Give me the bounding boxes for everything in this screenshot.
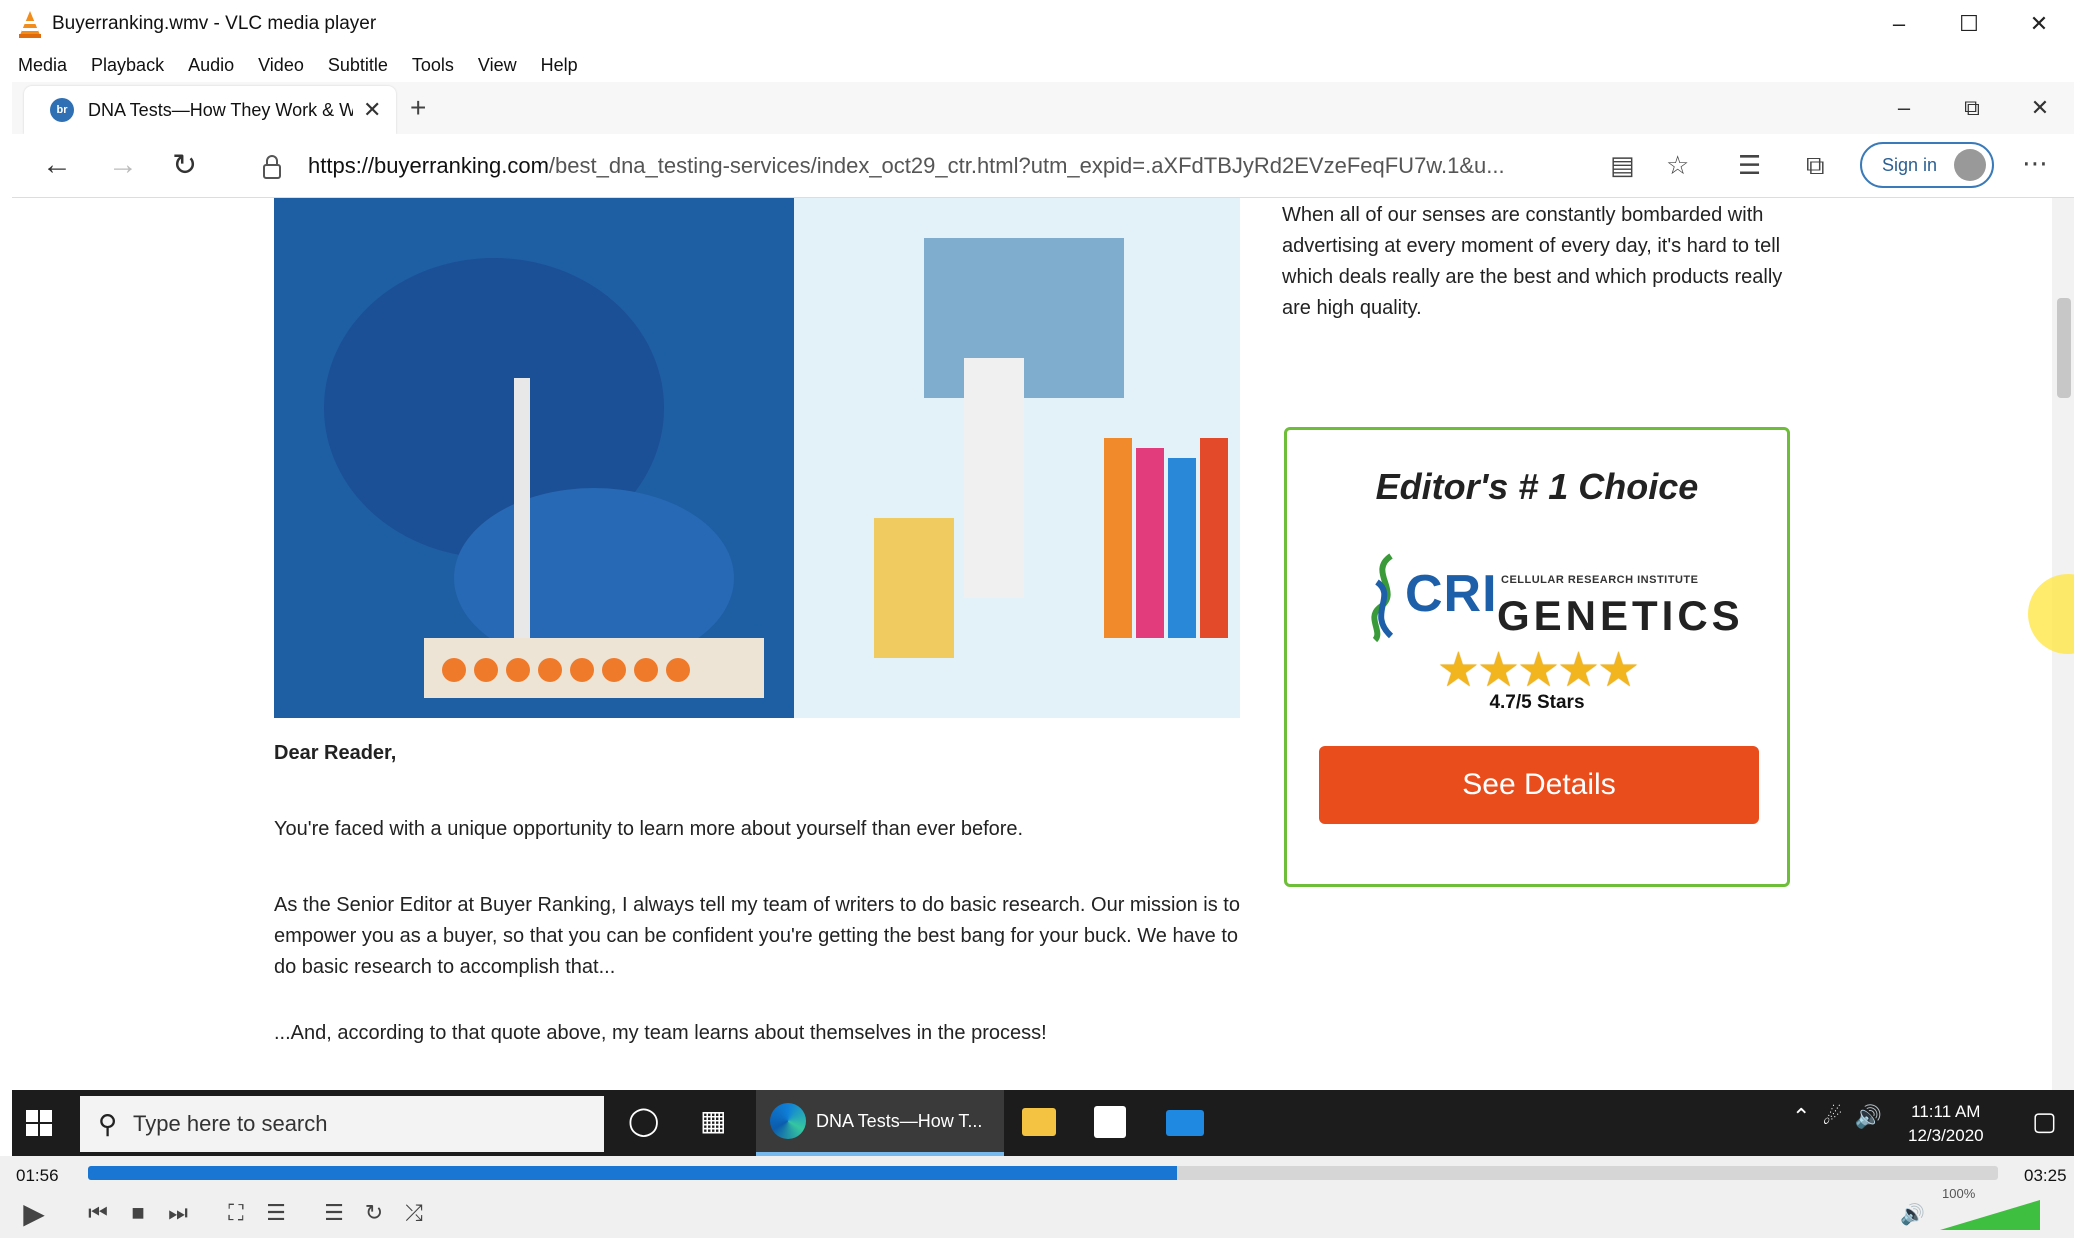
- star-rating-icon: ★★★★★: [1436, 644, 1640, 697]
- url-domain: https://buyerranking.com: [308, 153, 549, 178]
- site-favicon-icon: br: [50, 98, 74, 122]
- vlc-controls: 01:56 03:25 ▶ ⏮ ■ ⏭ ⛶ ☰ ☰ ↻ ⤮ 🔊 100%: [0, 1156, 2074, 1238]
- mail-icon[interactable]: [1166, 1110, 1204, 1136]
- seek-slider[interactable]: [88, 1166, 1998, 1180]
- favorite-star-icon[interactable]: ☆: [1666, 150, 1689, 181]
- refresh-icon[interactable]: ↻: [172, 148, 197, 183]
- fullscreen-button[interactable]: ⛶: [218, 1194, 254, 1232]
- menu-media[interactable]: Media: [18, 55, 67, 76]
- tab-title: DNA Tests—How They Work & W: [88, 99, 353, 120]
- volume-slider[interactable]: 🔊 100%: [1900, 1186, 2060, 1232]
- shuffle-button[interactable]: ⤮: [396, 1194, 432, 1232]
- forward-icon[interactable]: →: [108, 148, 138, 182]
- task-view-icon[interactable]: ▦: [700, 1104, 726, 1137]
- extended-settings-button[interactable]: ☰: [258, 1194, 294, 1232]
- paragraph-1: You're faced with a unique opportunity t…: [274, 818, 1024, 840]
- window-title: Buyerranking.wmv - VLC media player: [52, 13, 377, 34]
- playlist-button[interactable]: ☰: [316, 1194, 352, 1232]
- vlc-menu-bar: Media Playback Audio Video Subtitle Tool…: [0, 48, 2074, 82]
- taskbar-clock[interactable]: 11:11 AM 12/3/2020: [1908, 1100, 1984, 1148]
- browser-tab[interactable]: br DNA Tests—How They Work & W ✕: [24, 86, 396, 134]
- windows-start-icon[interactable]: [26, 1110, 52, 1136]
- notification-icon[interactable]: ▢: [2032, 1106, 2057, 1137]
- stop-button[interactable]: ■: [120, 1194, 156, 1232]
- taskbar-edge-app[interactable]: DNA Tests—How T...: [756, 1090, 1004, 1156]
- vlc-title-bar: Buyerranking.wmv - VLC media player – ☐ …: [0, 0, 2074, 48]
- tab-close-icon[interactable]: ✕: [363, 97, 381, 123]
- back-icon[interactable]: ←: [42, 148, 72, 182]
- menu-view[interactable]: View: [478, 55, 517, 76]
- edge-task-label: DNA Tests—How T...: [816, 1110, 983, 1131]
- seek-progress: [88, 1166, 1177, 1180]
- crigenetics-logo: CRI CELLULAR RESEARCH INSTITUTE GENETICS: [1363, 552, 1740, 642]
- clock-time: 11:11 AM: [1911, 1102, 1981, 1121]
- volume-level: [1940, 1200, 2040, 1230]
- browser-close-icon[interactable]: ✕: [2006, 82, 2074, 134]
- clock-date: 12/3/2020: [1908, 1126, 1984, 1145]
- browser-tab-bar: br DNA Tests—How They Work & W ✕ + – ⧉ ✕: [12, 82, 2074, 134]
- sign-in-button[interactable]: Sign in: [1860, 142, 1994, 188]
- browser-restore-icon[interactable]: ⧉: [1938, 82, 2006, 134]
- total-time: 03:25: [2024, 1166, 2067, 1185]
- menu-subtitle[interactable]: Subtitle: [328, 55, 388, 76]
- video-frame[interactable]: br DNA Tests—How They Work & W ✕ + – ⧉ ✕…: [12, 82, 2074, 1090]
- cursor-highlight: [2028, 574, 2074, 654]
- file-explorer-icon[interactable]: [1022, 1108, 1056, 1136]
- menu-video[interactable]: Video: [258, 55, 304, 76]
- tray-icons[interactable]: ⌃ ☄ 🔊: [1792, 1104, 1882, 1130]
- edge-icon: [770, 1103, 806, 1139]
- play-button[interactable]: ▶: [14, 1194, 54, 1232]
- browser-minimize-icon[interactable]: –: [1870, 82, 1938, 134]
- paragraph-3: ...And, according to that quote above, m…: [274, 1022, 1047, 1044]
- web-page: Dear Reader, You're faced with a unique …: [12, 198, 2074, 1090]
- lock-icon: [262, 155, 282, 179]
- taskbar-search-input[interactable]: ⚲ Type here to search: [80, 1096, 604, 1152]
- rating-text: 4.7/5 Stars: [1489, 692, 1585, 713]
- url-text: https://buyerranking.com/best_dna_testin…: [308, 153, 1608, 179]
- greeting-text: Dear Reader,: [274, 742, 397, 764]
- url-field[interactable]: https://buyerranking.com/best_dna_testin…: [232, 143, 1712, 189]
- favorites-list-icon[interactable]: ☰: [1738, 150, 1761, 181]
- store-icon[interactable]: [1094, 1106, 1126, 1138]
- editors-choice-box: Editor's # 1 Choice CRI CELLULAR RESEARC…: [1284, 427, 1790, 887]
- see-details-button[interactable]: See Details: [1319, 746, 1759, 824]
- choice-title: Editor's # 1 Choice: [1375, 466, 1699, 507]
- url-path: /best_dna_testing-services/index_oct29_c…: [548, 153, 1505, 178]
- lab-hero-image: [274, 198, 1240, 718]
- windows-taskbar: ⚲ Type here to search ◯ ▦ DNA Tests—How …: [12, 1090, 2074, 1156]
- volume-percent: 100%: [1942, 1186, 1976, 1201]
- maximize-button[interactable]: ☐: [1934, 0, 2004, 48]
- sign-in-label: Sign in: [1882, 154, 1938, 175]
- search-placeholder: Type here to search: [133, 1111, 328, 1136]
- read-aloud-icon[interactable]: ▤: [1610, 150, 1635, 181]
- paragraph-2: As the Senior Editor at Buyer Ranking, I…: [274, 894, 1240, 978]
- avatar-icon: [1954, 149, 1986, 181]
- logo-genetics: GENETICS: [1497, 592, 1744, 639]
- previous-button[interactable]: ⏮: [80, 1194, 116, 1232]
- vlc-cone-icon: [18, 10, 42, 38]
- next-button[interactable]: ⏭: [160, 1194, 196, 1232]
- menu-audio[interactable]: Audio: [188, 55, 234, 76]
- loop-button[interactable]: ↻: [356, 1194, 392, 1232]
- logo-subtitle: CELLULAR RESEARCH INSTITUTE: [1501, 574, 1699, 586]
- scrollbar-thumb[interactable]: [2057, 298, 2071, 398]
- dna-helix-icon: [1371, 553, 1394, 642]
- address-bar: ← → ↻ https://buyerranking.com/best_dna_…: [12, 134, 2074, 198]
- menu-playback[interactable]: Playback: [91, 55, 164, 76]
- new-tab-icon[interactable]: +: [410, 92, 426, 124]
- search-icon: ⚲: [98, 1108, 118, 1139]
- menu-help[interactable]: Help: [541, 55, 578, 76]
- elapsed-time: 01:56: [16, 1166, 59, 1185]
- collections-icon[interactable]: ⧉: [1806, 150, 1825, 182]
- speaker-icon[interactable]: 🔊: [1900, 1202, 1925, 1227]
- logo-cri: CRI: [1405, 565, 1498, 623]
- close-button[interactable]: ✕: [2004, 0, 2074, 48]
- cortana-icon[interactable]: ◯: [628, 1104, 659, 1137]
- intro-text: When all of our senses are constantly bo…: [1282, 204, 1783, 319]
- menu-tools[interactable]: Tools: [412, 55, 454, 76]
- more-options-icon[interactable]: ⋯: [2022, 148, 2048, 179]
- minimize-button[interactable]: –: [1864, 0, 1934, 48]
